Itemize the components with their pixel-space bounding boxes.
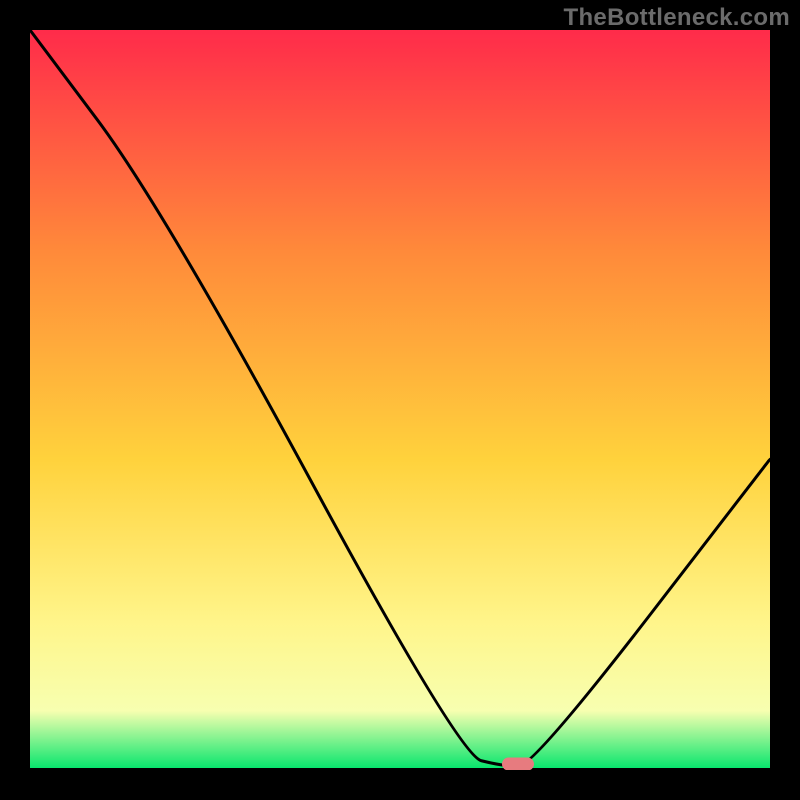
watermark-text: TheBottleneck.com xyxy=(564,4,790,32)
chart-frame: TheBottleneck.com xyxy=(0,0,800,800)
plot-area xyxy=(30,30,770,770)
bottleneck-curve-path xyxy=(30,30,770,766)
bottleneck-curve-svg xyxy=(30,30,770,770)
optimal-marker xyxy=(502,758,534,770)
